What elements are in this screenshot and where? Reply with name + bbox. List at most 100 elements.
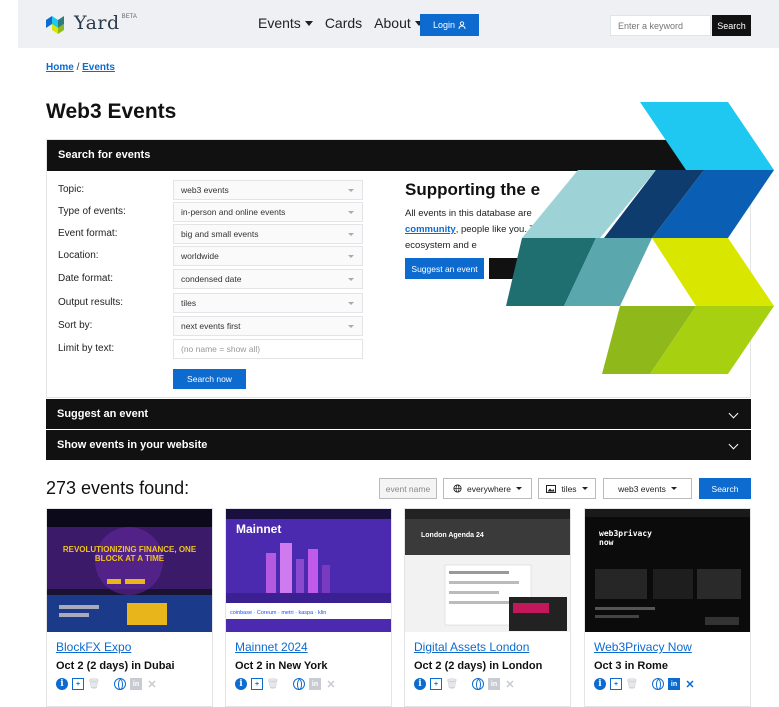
topic-filter-value: web3 events (618, 483, 666, 494)
shape-yellow (652, 238, 774, 306)
type-label: Type of events: (58, 206, 126, 217)
website-icon[interactable] (472, 678, 484, 690)
globe-icon (453, 484, 462, 493)
nav-cards[interactable]: Cards (325, 15, 362, 31)
event-title[interactable]: Web3Privacy Now (594, 640, 692, 654)
topic-select[interactable]: web3 events (173, 180, 363, 200)
suggest-event-button[interactable]: Suggest an event (405, 258, 484, 279)
calendar-add-icon[interactable]: + (251, 678, 263, 690)
event-title[interactable]: Digital Assets London (414, 640, 529, 654)
event-thumbnail[interactable]: web3privacy now (585, 509, 750, 632)
nav-cards-label: Cards (324, 15, 363, 31)
location-label: Location: (58, 250, 99, 261)
nav-about[interactable]: About (374, 15, 423, 31)
thumbnail-headline: London Agenda 24 (421, 532, 484, 539)
format-label: Event format: (58, 228, 118, 239)
event-actions: i + 🗑 in ✕ (414, 678, 516, 691)
event-card[interactable]: London Agenda 24 Digital Assets London O… (404, 508, 571, 707)
event-card[interactable]: web3privacy now Web3Privacy Now Oct 3 in… (584, 508, 751, 707)
results-search-button[interactable]: Search (699, 478, 751, 499)
type-select[interactable]: in-person and online events (173, 202, 363, 222)
chevron-down-icon (728, 408, 739, 419)
chevron-down-icon (348, 211, 354, 214)
chevron-down-icon (348, 325, 354, 328)
calendar-add-icon[interactable]: + (430, 678, 442, 690)
event-actions: i + 🗑 in ✕ (56, 678, 158, 691)
topic-filter[interactable]: web3 events (603, 478, 692, 499)
event-thumbnail[interactable]: coinbase · Coreum · metri · kaspa · klin… (226, 509, 391, 632)
chevron-down-icon (348, 302, 354, 305)
view-filter[interactable]: tiles (538, 478, 596, 499)
linkedin-icon[interactable]: in (668, 678, 680, 690)
trash-icon[interactable]: 🗑 (446, 678, 459, 690)
embed-events-accordion[interactable]: Show events in your website (46, 430, 751, 460)
location-select[interactable]: worldwide (173, 246, 363, 266)
output-label: Output results: (58, 297, 124, 308)
search-now-button[interactable]: Search now (173, 369, 246, 389)
calendar-add-icon[interactable]: + (72, 678, 84, 690)
keyword-search-button[interactable]: Search (712, 15, 751, 36)
x-icon[interactable]: ✕ (684, 678, 696, 691)
breadcrumb-events[interactable]: Events (82, 62, 115, 73)
event-actions: i + 🗑 in ✕ (594, 678, 696, 691)
info-icon[interactable]: i (235, 678, 247, 690)
website-icon[interactable] (114, 678, 126, 690)
linkedin-icon[interactable]: in (488, 678, 500, 690)
login-button[interactable]: Login (420, 14, 479, 36)
x-icon[interactable]: ✕ (504, 678, 516, 691)
date-format-select[interactable]: condensed date (173, 269, 363, 289)
x-icon[interactable]: ✕ (146, 678, 158, 691)
keyword-search-input[interactable] (610, 15, 711, 36)
chevron-down-icon (728, 439, 739, 450)
breadcrumb-home[interactable]: Home (46, 62, 74, 73)
limit-text-input[interactable]: (no name = show all) (173, 339, 363, 359)
chevron-down-icon (348, 255, 354, 258)
event-card[interactable]: REVOLUTIONIZING FINANCE, ONE BLOCK AT A … (46, 508, 213, 707)
info-icon[interactable]: i (56, 678, 68, 690)
sort-select[interactable]: next events first (173, 316, 363, 336)
calendar-add-icon[interactable]: + (610, 678, 622, 690)
event-actions: i + 🗑 in ✕ (235, 678, 337, 691)
user-icon (458, 21, 466, 29)
linkedin-icon[interactable]: in (309, 678, 321, 690)
info-icon[interactable]: i (594, 678, 606, 690)
event-date: Oct 2 (2 days) in London (414, 660, 543, 672)
event-title[interactable]: BlockFX Expo (56, 640, 131, 654)
trash-icon[interactable]: 🗑 (88, 678, 101, 690)
svg-text:coinbase · Coreum · metri · ka: coinbase · Coreum · metri · kaspa · klin (230, 610, 326, 616)
website-icon[interactable] (652, 678, 664, 690)
community-link[interactable]: community (405, 224, 456, 235)
view-filter-value: tiles (561, 483, 577, 494)
yard-logo[interactable]: Yard BETA (46, 12, 137, 34)
linkedin-icon[interactable]: in (130, 678, 142, 690)
sort-value: next events first (181, 321, 241, 331)
image-icon (546, 484, 557, 493)
nav-about-label: About (374, 15, 411, 31)
website-icon[interactable] (293, 678, 305, 690)
chevron-down-icon (304, 20, 313, 26)
thumbnail-headline: REVOLUTIONIZING FINANCE, ONE BLOCK AT A … (62, 545, 197, 563)
event-title[interactable]: Mainnet 2024 (235, 640, 308, 654)
trash-icon[interactable]: 🗑 (267, 678, 280, 690)
suggest-event-accordion[interactable]: Suggest an event (46, 399, 751, 429)
nav-events[interactable]: Events (258, 15, 313, 31)
web3privacy-thumbnail (585, 509, 750, 632)
trash-icon[interactable]: 🗑 (626, 678, 639, 690)
login-label: Login (432, 20, 456, 30)
event-date: Oct 2 in New York (235, 660, 328, 672)
digital-assets-thumbnail (405, 509, 570, 632)
event-name-input[interactable]: event name (379, 478, 437, 499)
output-select[interactable]: tiles (173, 293, 363, 313)
info-icon[interactable]: i (414, 678, 426, 690)
format-select[interactable]: big and small events (173, 224, 363, 244)
accordion-label: Show events in your website (57, 439, 208, 451)
logo-text: Yard (74, 12, 120, 34)
event-thumbnail[interactable]: REVOLUTIONIZING FINANCE, ONE BLOCK AT A … (47, 509, 212, 632)
chevron-down-icon (670, 487, 677, 490)
location-filter[interactable]: everywhere (443, 478, 532, 499)
chevron-down-icon (348, 189, 354, 192)
event-thumbnail[interactable]: London Agenda 24 (405, 509, 570, 632)
nav-events-label: Events (258, 15, 301, 31)
event-card[interactable]: coinbase · Coreum · metri · kaspa · klin… (225, 508, 392, 707)
x-icon[interactable]: ✕ (325, 678, 337, 691)
